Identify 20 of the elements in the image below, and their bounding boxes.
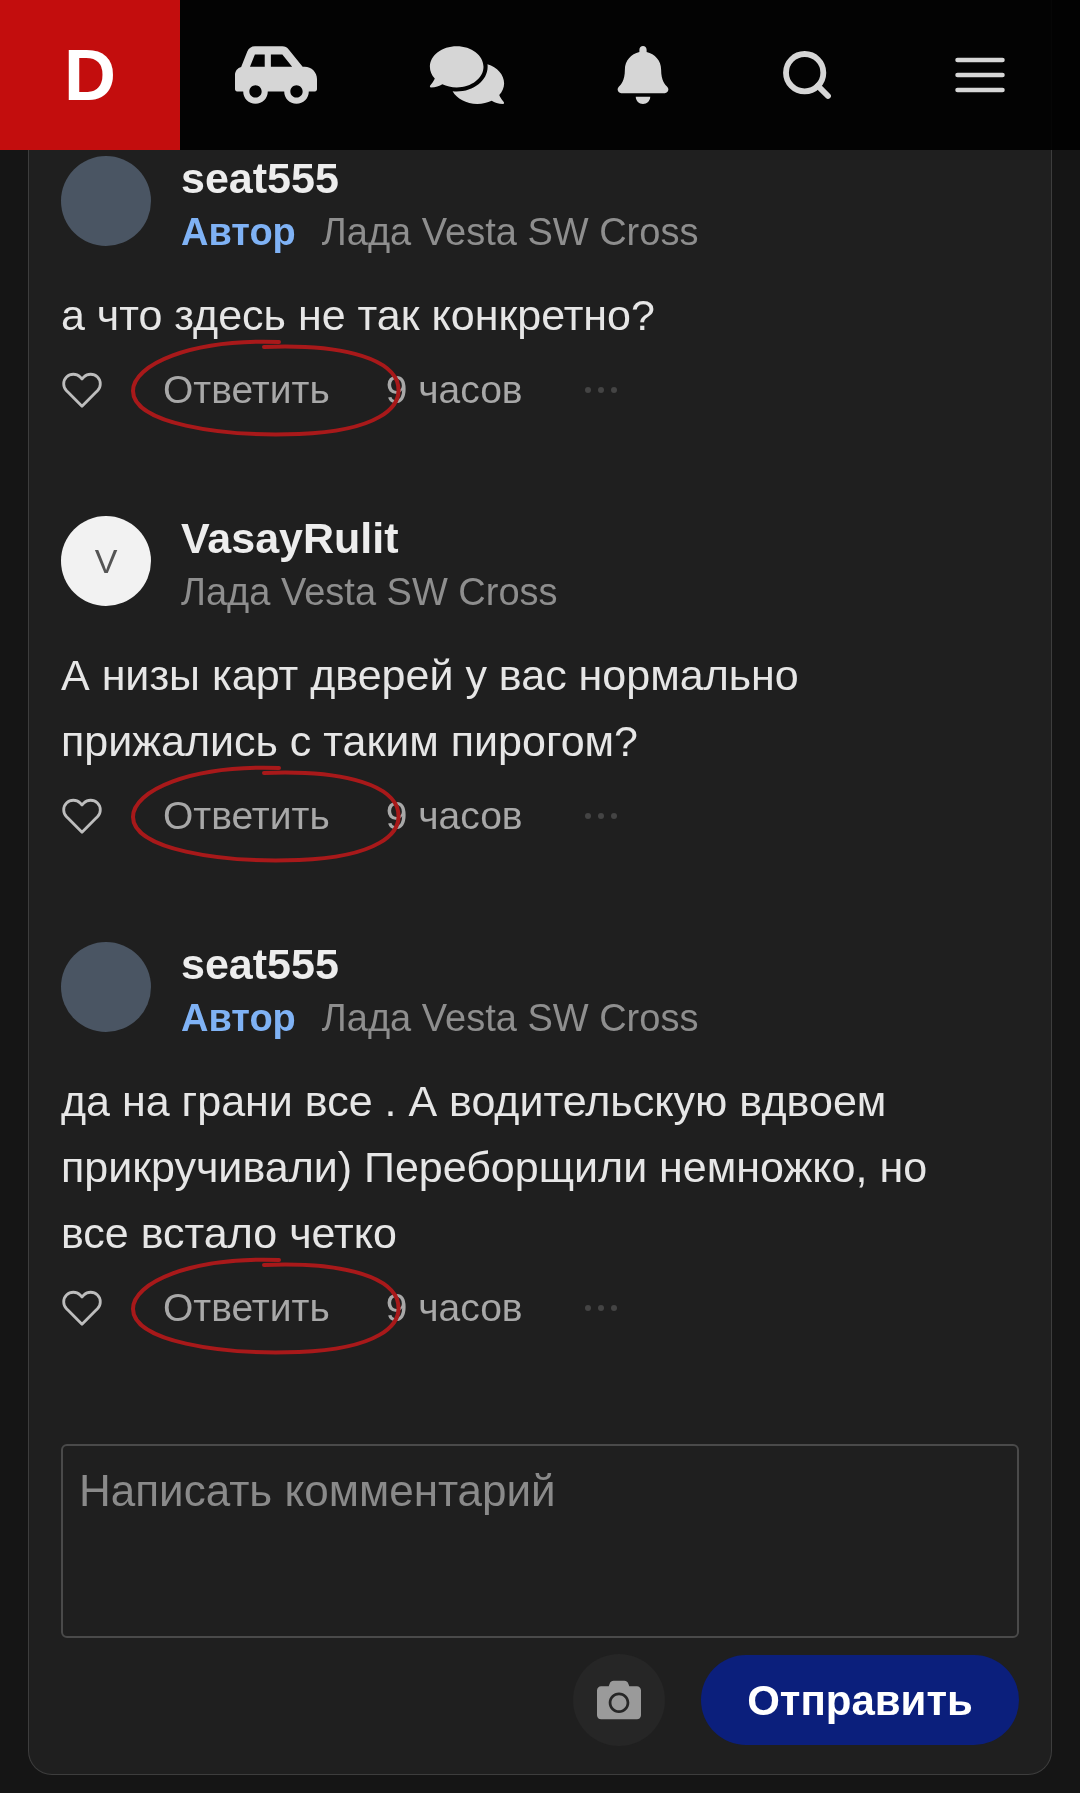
car-name[interactable]: Лада Vesta SW Cross [181,564,558,620]
send-button[interactable]: Отправить [701,1655,1019,1745]
comment-text: а что здесь не так конкретно? [61,290,656,341]
car-name[interactable]: Лада Vesta SW Cross [321,204,699,260]
author-label: Автор [181,996,296,1041]
bell-icon[interactable] [617,46,669,104]
author-label: Автор [181,210,296,255]
reply-button[interactable]: Ответить [163,786,330,846]
username[interactable]: VasayRulit [181,512,399,564]
logo[interactable]: D [0,0,180,150]
car-name[interactable]: Лада Vesta SW Cross [321,990,699,1046]
avatar: V [61,516,151,606]
comment-text: да на грани все . А водительскую вдвоем прикручивали) Переборщили немножко, но все встало четко [61,1076,929,1259]
comment-text: А низы карт дверей у вас нормально прижались с таким пирогом? [61,650,800,767]
reply-button[interactable]: Ответить [163,360,330,420]
username[interactable]: seat555 [181,938,339,990]
reply-button[interactable]: Ответить [163,1278,330,1338]
comment-field[interactable]: Написать комментарий [61,1444,1019,1638]
username[interactable]: seat555 [181,152,339,204]
camera-icon [597,1678,641,1722]
